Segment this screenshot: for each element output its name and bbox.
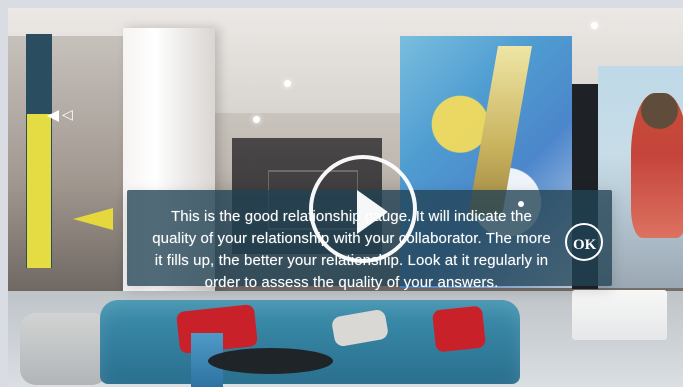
indicator-dot [518,201,524,207]
ceiling-light [284,80,291,87]
armchair [20,313,108,385]
pointer-icon: ◁ [62,107,73,123]
yellow-arrow-icon [73,208,113,230]
play-button[interactable] [309,155,417,263]
pointer-icon [47,110,59,122]
ceiling-light [253,116,260,123]
ceiling-light [591,22,598,29]
mural-figure [631,93,683,238]
relationship-gauge [26,34,54,268]
play-icon [357,190,388,234]
video-viewport: ◁ This is the good relationship gauge. I… [0,0,683,387]
red-cushion [431,305,487,353]
gauge-fill [27,113,51,268]
white-table [572,290,667,340]
coffee-table [208,348,333,374]
ok-button[interactable]: OK [565,223,603,261]
